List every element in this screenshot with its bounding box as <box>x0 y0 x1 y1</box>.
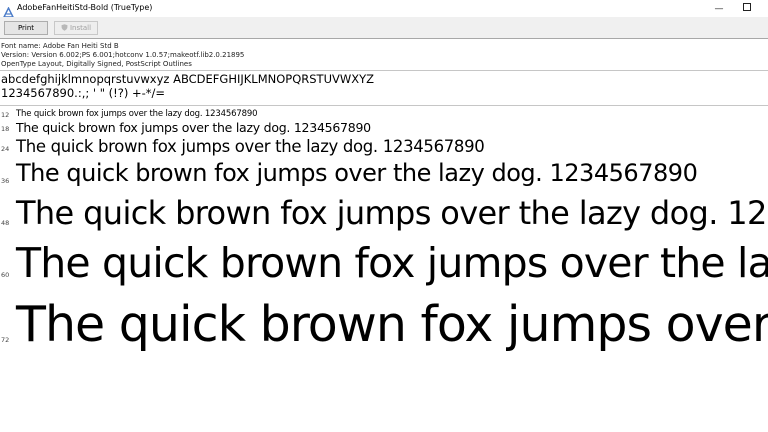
size-label: 48 <box>1 219 10 227</box>
title-bar[interactable]: AdobeFanHeitiStd-Bold (TrueType) — <box>0 0 768 18</box>
toolbar: Print Install <box>0 17 768 39</box>
print-button[interactable]: Print <box>4 21 48 35</box>
sample-text: The quick brown fox jumps over the lazy … <box>16 296 768 353</box>
sample-text: The quick brown fox jumps over the lazy … <box>16 120 371 135</box>
font-name-info: Font name: Adobe Fan Heiti Std B <box>1 42 119 50</box>
maximize-button[interactable] <box>734 0 760 17</box>
window-title: AdobeFanHeitiStd-Bold (TrueType) <box>17 3 153 12</box>
charset-digits-symbols: 1234567890.:,; ' " (!?) +-*/= <box>1 86 166 100</box>
font-features-info: OpenType Layout, Digitally Signed, PostS… <box>1 60 192 68</box>
size-label: 36 <box>1 177 10 185</box>
install-button[interactable]: Install <box>54 21 98 35</box>
sample-text: The quick brown fox jumps over the lazy … <box>16 137 485 156</box>
install-button-label: Install <box>69 24 92 32</box>
charset-letters: abcdefghijklmnopqrstuvwxyz ABCDEFGHIJKLM… <box>1 72 375 86</box>
font-viewer-icon <box>2 3 15 18</box>
divider <box>0 105 768 106</box>
sample-row-36: 36 The quick brown fox jumps over the la… <box>0 156 768 190</box>
size-label: 60 <box>1 271 10 279</box>
font-version-info: Version: Version 6.002;PS 6.001;hotconv … <box>1 51 245 59</box>
font-viewer-window: AdobeFanHeitiStd-Bold (TrueType) — Print… <box>0 0 768 432</box>
close-button[interactable] <box>760 0 768 17</box>
sample-text: The quick brown fox jumps over the lazy … <box>16 194 768 232</box>
size-label: 12 <box>1 111 10 119</box>
sample-text: The quick brown fox jumps over the lazy … <box>16 159 698 187</box>
uac-shield-icon <box>61 23 68 31</box>
size-label: 18 <box>1 125 10 133</box>
minimize-button[interactable]: — <box>706 0 732 17</box>
size-label: 72 <box>1 336 10 344</box>
sample-row-48: 48 The quick brown fox jumps over the la… <box>0 191 768 236</box>
minimize-icon: — <box>714 3 724 14</box>
size-label: 24 <box>1 145 10 153</box>
divider <box>0 70 768 71</box>
maximize-icon <box>743 3 751 14</box>
sample-text: The quick brown fox jumps over the lazy … <box>16 239 768 287</box>
sample-row-18: 18 The quick brown fox jumps over the la… <box>0 119 768 136</box>
sample-row-24: 24 The quick brown fox jumps over the la… <box>0 135 768 158</box>
sample-row-72: 72 The quick brown fox jumps over the la… <box>0 290 768 360</box>
sample-row-60: 60 The quick brown fox jumps over the la… <box>0 234 768 292</box>
